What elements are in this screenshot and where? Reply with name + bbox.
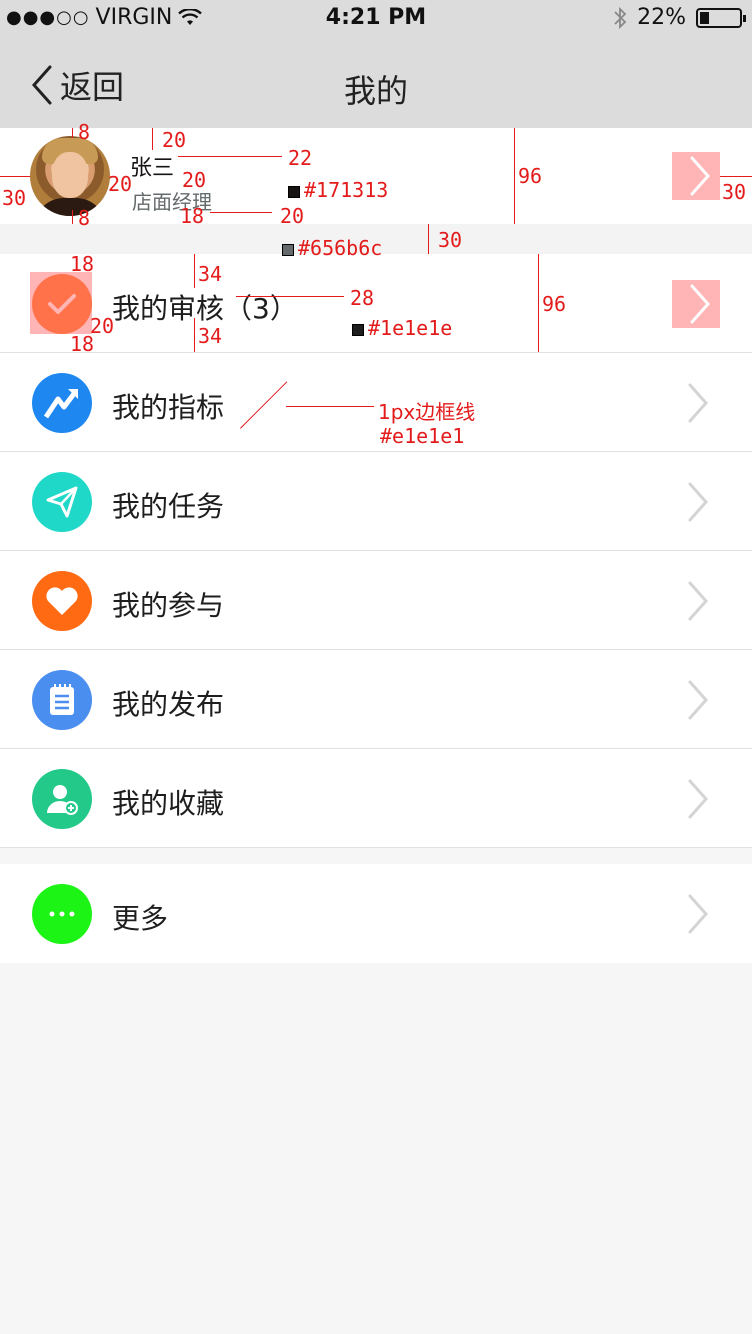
chevron-right-icon bbox=[688, 581, 709, 621]
border-note: 1px边框线 bbox=[378, 400, 476, 424]
color-note: #1e1e1e bbox=[352, 316, 452, 340]
measure-label: 18 bbox=[70, 252, 95, 276]
measure-label: 30 bbox=[722, 180, 747, 204]
chevron-right-icon bbox=[688, 779, 709, 819]
avatar bbox=[30, 136, 110, 216]
more-row[interactable]: 更多 bbox=[0, 864, 752, 963]
user-add-icon bbox=[32, 769, 92, 829]
menu-item-tasks[interactable]: 我的任务 bbox=[0, 452, 752, 551]
menu-item-label: 我的发布 bbox=[112, 688, 225, 721]
measure-line bbox=[514, 128, 515, 224]
measure-label: 22 bbox=[288, 146, 313, 170]
battery-percent: 22% bbox=[637, 5, 686, 30]
measure-label: 30 bbox=[2, 186, 27, 210]
border-color-note: #e1e1e1 bbox=[380, 424, 465, 448]
menu-item-participation[interactable]: 我的参与 bbox=[0, 551, 752, 650]
measure-line bbox=[72, 210, 73, 224]
icon-highlight bbox=[30, 272, 92, 334]
more-label: 更多 bbox=[112, 902, 169, 935]
ellipsis-icon bbox=[32, 884, 92, 944]
menu-item-label: 我的参与 bbox=[112, 589, 225, 622]
measure-line bbox=[538, 254, 539, 352]
measure-label: 96 bbox=[542, 292, 567, 316]
trend-up-icon bbox=[32, 373, 92, 433]
battery-icon bbox=[696, 7, 746, 28]
measure-line bbox=[194, 318, 195, 352]
color-note: #171313 bbox=[288, 178, 388, 202]
menu-item-favorites[interactable]: 我的收藏 bbox=[0, 749, 752, 848]
chevron-right-icon bbox=[688, 383, 709, 423]
user-name: 张三 bbox=[130, 156, 175, 181]
measure-line bbox=[178, 156, 282, 157]
notepad-icon bbox=[32, 670, 92, 730]
measure-label: 18 bbox=[70, 332, 95, 356]
measure-label: 34 bbox=[198, 262, 223, 286]
chevron-right-icon bbox=[688, 680, 709, 720]
measure-line bbox=[0, 176, 30, 177]
measure-line bbox=[236, 296, 344, 297]
status-bar: ●●●○○ VIRGIN 4:21 PM 22% bbox=[0, 0, 752, 36]
heart-icon bbox=[32, 571, 92, 631]
measure-line bbox=[720, 176, 752, 177]
menu-item-label: 我的审核（3） bbox=[112, 292, 298, 325]
measure-label: 34 bbox=[198, 324, 223, 348]
measure-label: 20 bbox=[108, 172, 133, 196]
measure-label: 18 bbox=[180, 204, 205, 228]
measure-line bbox=[194, 254, 195, 288]
page-title: 我的 bbox=[343, 72, 408, 110]
menu-item-more[interactable]: 更多 bbox=[0, 864, 752, 963]
menu-item-label: 我的收藏 bbox=[112, 787, 225, 820]
chevron-right-icon bbox=[690, 284, 711, 324]
measure-label: 20 bbox=[162, 128, 187, 152]
measure-line bbox=[428, 224, 429, 254]
nav-bar: 返回 我的 bbox=[0, 36, 752, 128]
measure-label: 96 bbox=[518, 164, 543, 188]
chevron-right-icon bbox=[688, 894, 709, 934]
measure-label: 30 bbox=[438, 228, 463, 252]
chevron-right-icon bbox=[688, 482, 709, 522]
menu-item-label: 我的任务 bbox=[112, 490, 225, 523]
measure-line bbox=[210, 212, 272, 213]
color-note: #656b6c bbox=[282, 236, 382, 260]
status-right: 22% bbox=[613, 5, 746, 30]
color-note-text: #656b6c bbox=[298, 236, 383, 260]
measure-label: 28 bbox=[350, 286, 375, 310]
measure-line bbox=[152, 128, 153, 150]
measure-line bbox=[72, 128, 73, 138]
menu-item-metrics[interactable]: 我的指标 bbox=[0, 353, 752, 452]
measure-label: 8 bbox=[78, 120, 91, 144]
menu-item-label: 我的指标 bbox=[112, 391, 225, 424]
bluetooth-icon bbox=[614, 6, 627, 29]
paper-plane-icon bbox=[32, 472, 92, 532]
menu-item-published[interactable]: 我的发布 bbox=[0, 650, 752, 749]
measure-label: 20 bbox=[280, 204, 305, 228]
measure-label: 20 bbox=[182, 168, 207, 192]
color-note-text: #1e1e1e bbox=[368, 316, 453, 340]
color-note-text: #171313 bbox=[304, 178, 389, 202]
measure-line bbox=[286, 406, 374, 407]
measure-label: 8 bbox=[78, 206, 91, 230]
chevron-right-icon bbox=[690, 156, 711, 196]
